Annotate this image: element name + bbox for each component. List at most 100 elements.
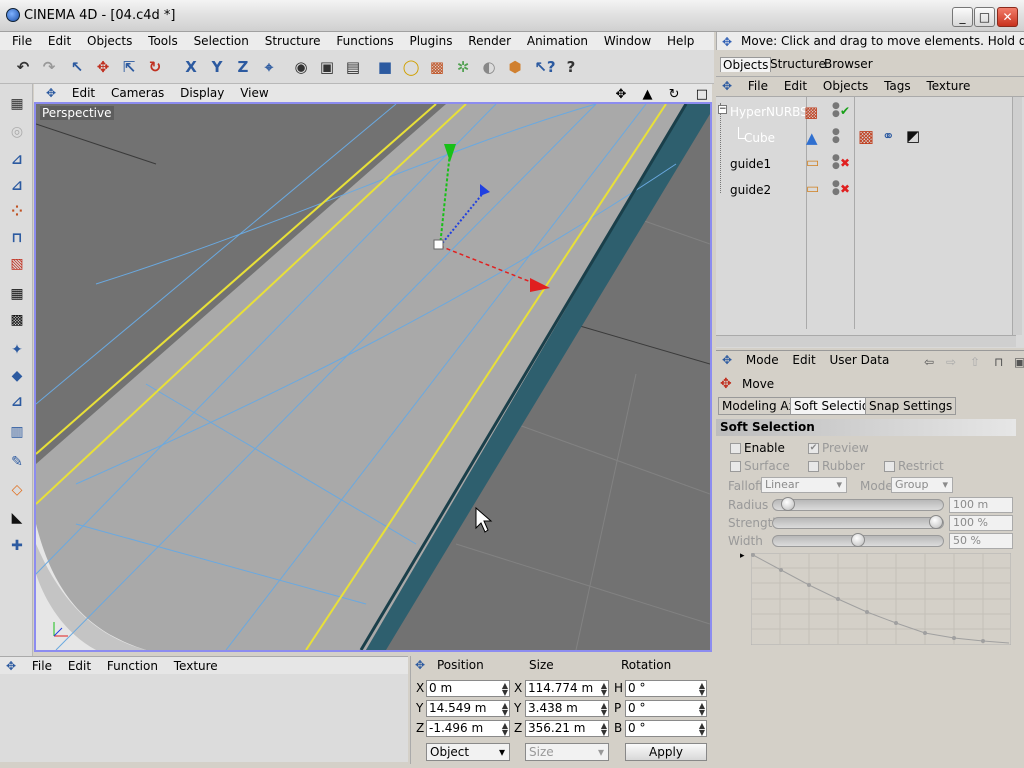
- spinner-icon[interactable]: ▲ ▼: [699, 702, 705, 717]
- tweak-icon[interactable]: ✦: [6, 340, 28, 360]
- rotate-icon[interactable]: ↻: [144, 56, 166, 78]
- zoom-icon[interactable]: ▲: [643, 85, 653, 102]
- radius-field[interactable]: 100 m: [949, 497, 1013, 513]
- use-points-icon[interactable]: ⁘: [6, 202, 28, 222]
- tab-structure[interactable]: Structure: [768, 57, 828, 71]
- preview-checkbox[interactable]: ✔: [808, 443, 819, 454]
- tab-snap-settings[interactable]: Snap Settings: [865, 397, 957, 415]
- object-row-guide2[interactable]: guide2 ▭ ● ● ✖: [716, 179, 1024, 201]
- use-texture-icon[interactable]: ⊿: [6, 176, 28, 196]
- om-menu-file[interactable]: File: [748, 77, 768, 93]
- menu-tools[interactable]: Tools: [148, 32, 178, 48]
- strength-slider[interactable]: [772, 515, 944, 529]
- radius-slider[interactable]: [772, 497, 944, 511]
- scale-icon[interactable]: ⇱: [118, 56, 140, 78]
- nurbs-icon[interactable]: ▩: [426, 56, 448, 78]
- object-tree[interactable]: − HyperNURBS ▩ ● ● ✔ Cube ▲ ● ● ▩ ⚭ ◩ guid…: [716, 96, 1024, 348]
- object-row-cube[interactable]: Cube ▲ ● ● ▩ ⚭ ◩: [716, 127, 1024, 149]
- spinner-icon[interactable]: ▲ ▼: [502, 702, 508, 717]
- object-status[interactable]: ✔: [840, 104, 850, 118]
- viewport-menu-display[interactable]: Display: [180, 84, 224, 100]
- spline-icon[interactable]: ◯: [400, 56, 422, 78]
- undo-icon[interactable]: ↶: [12, 56, 34, 78]
- use-model-icon[interactable]: ▦: [6, 94, 28, 114]
- falloff-curve-graph[interactable]: [751, 553, 1011, 645]
- width-field[interactable]: 50 %: [949, 533, 1013, 549]
- render-settings-icon[interactable]: ▤: [342, 56, 364, 78]
- om-menu-objects[interactable]: Objects: [823, 77, 868, 93]
- menu-file[interactable]: File: [12, 32, 32, 48]
- position-y-input[interactable]: 14.549 m ▲ ▼: [426, 700, 510, 717]
- radius-slider-knob[interactable]: [780, 497, 795, 511]
- size-y-input[interactable]: 3.438 m ▲ ▼: [525, 700, 609, 717]
- tab-browser[interactable]: Browser: [822, 57, 875, 71]
- menu-plugins[interactable]: Plugins: [409, 32, 452, 48]
- om-menu-texture[interactable]: Texture: [926, 77, 970, 93]
- scene-object-icon[interactable]: ⬢: [504, 56, 526, 78]
- pan-icon[interactable]: ✥: [615, 85, 626, 102]
- width-slider[interactable]: [772, 533, 944, 547]
- mm-menu-texture[interactable]: Texture: [174, 657, 218, 673]
- position-z-input[interactable]: -1.496 m ▲ ▼: [426, 720, 510, 737]
- menu-structure[interactable]: Structure: [265, 32, 321, 48]
- sculpt-icon[interactable]: ◇: [6, 480, 28, 500]
- menu-objects[interactable]: Objects: [87, 32, 132, 48]
- deformer-icon[interactable]: ◐: [478, 56, 500, 78]
- render-picture-icon[interactable]: ▣: [316, 56, 338, 78]
- menu-window[interactable]: Window: [604, 32, 651, 48]
- workplane-icon[interactable]: ▥: [6, 422, 28, 442]
- 3d-viewport[interactable]: Perspective: [34, 102, 712, 652]
- om-menu-tags[interactable]: Tags: [884, 77, 911, 93]
- help-cursor-icon[interactable]: ↖?: [534, 56, 556, 78]
- object-status[interactable]: ✖: [840, 182, 850, 196]
- width-slider-knob[interactable]: [851, 533, 865, 547]
- render-view-icon[interactable]: ◉: [290, 56, 312, 78]
- coordinate-mode-select[interactable]: Object ▾: [426, 743, 510, 761]
- snap-icon[interactable]: ⊿: [6, 392, 28, 412]
- size-x-input[interactable]: 114.774 m ▲ ▼: [525, 680, 609, 697]
- use-object-axis-icon[interactable]: ⊿: [6, 150, 28, 170]
- live-selection-icon[interactable]: ↖: [66, 56, 88, 78]
- x-axis-icon[interactable]: X: [180, 56, 202, 78]
- viewport-menu-cameras[interactable]: Cameras: [111, 84, 164, 100]
- use-edges-icon[interactable]: ⊓: [6, 228, 28, 248]
- object-name[interactable]: Cube: [744, 131, 775, 145]
- coordinate-system-icon[interactable]: ⌖: [258, 56, 280, 78]
- size-z-input[interactable]: 356.21 m ▲ ▼: [525, 720, 609, 737]
- strength-field[interactable]: 100 %: [949, 515, 1013, 531]
- spinner-icon[interactable]: ▲ ▼: [601, 682, 607, 697]
- redo-icon[interactable]: ↷: [38, 56, 60, 78]
- rotation-p-input[interactable]: 0 ° ▲ ▼: [625, 700, 707, 717]
- spinner-icon[interactable]: ▲ ▼: [699, 682, 705, 697]
- texture-tag-icon[interactable]: ◩: [906, 127, 920, 145]
- info-icon[interactable]: ?: [560, 56, 582, 78]
- solo-icon[interactable]: ◣: [6, 508, 28, 528]
- spinner-icon[interactable]: ▲ ▼: [502, 682, 508, 697]
- forward-arrow-icon[interactable]: ⇨: [946, 353, 956, 369]
- rotation-b-input[interactable]: 0 ° ▲ ▼: [625, 720, 707, 737]
- am-menu-user-data[interactable]: User Data: [830, 351, 890, 367]
- curve-expand-icon[interactable]: ▸: [740, 551, 745, 561]
- rubber-checkbox[interactable]: [808, 461, 819, 472]
- spinner-icon[interactable]: ▲ ▼: [699, 722, 705, 737]
- tab-objects[interactable]: Objects: [720, 57, 772, 72]
- lock-icon[interactable]: ⊓: [994, 353, 1003, 369]
- material-tag-icon[interactable]: ▩: [858, 127, 874, 147]
- visibility-dots-icon[interactable]: ● ●: [832, 102, 840, 119]
- strength-slider-knob[interactable]: [929, 515, 943, 529]
- minimize-button[interactable]: _: [952, 7, 973, 27]
- horizontal-scrollbar[interactable]: [716, 335, 1016, 347]
- material-manager-area[interactable]: [0, 674, 408, 762]
- y-axis-icon[interactable]: Y: [206, 56, 228, 78]
- visibility-dots-icon[interactable]: ● ●: [832, 180, 840, 197]
- checker-animation-icon[interactable]: ▩: [6, 310, 28, 330]
- visibility-dots-icon[interactable]: ● ●: [832, 128, 840, 145]
- menu-edit[interactable]: Edit: [48, 32, 71, 48]
- array-icon[interactable]: ✲: [452, 56, 474, 78]
- use-object-icon[interactable]: ◎: [6, 122, 28, 142]
- maximize-button[interactable]: □: [974, 7, 995, 27]
- phong-tag-icon[interactable]: ⚭: [882, 127, 895, 145]
- rotation-h-input[interactable]: 0 ° ▲ ▼: [625, 680, 707, 697]
- close-button[interactable]: ✕: [997, 7, 1018, 27]
- enable-checkbox[interactable]: [730, 443, 741, 454]
